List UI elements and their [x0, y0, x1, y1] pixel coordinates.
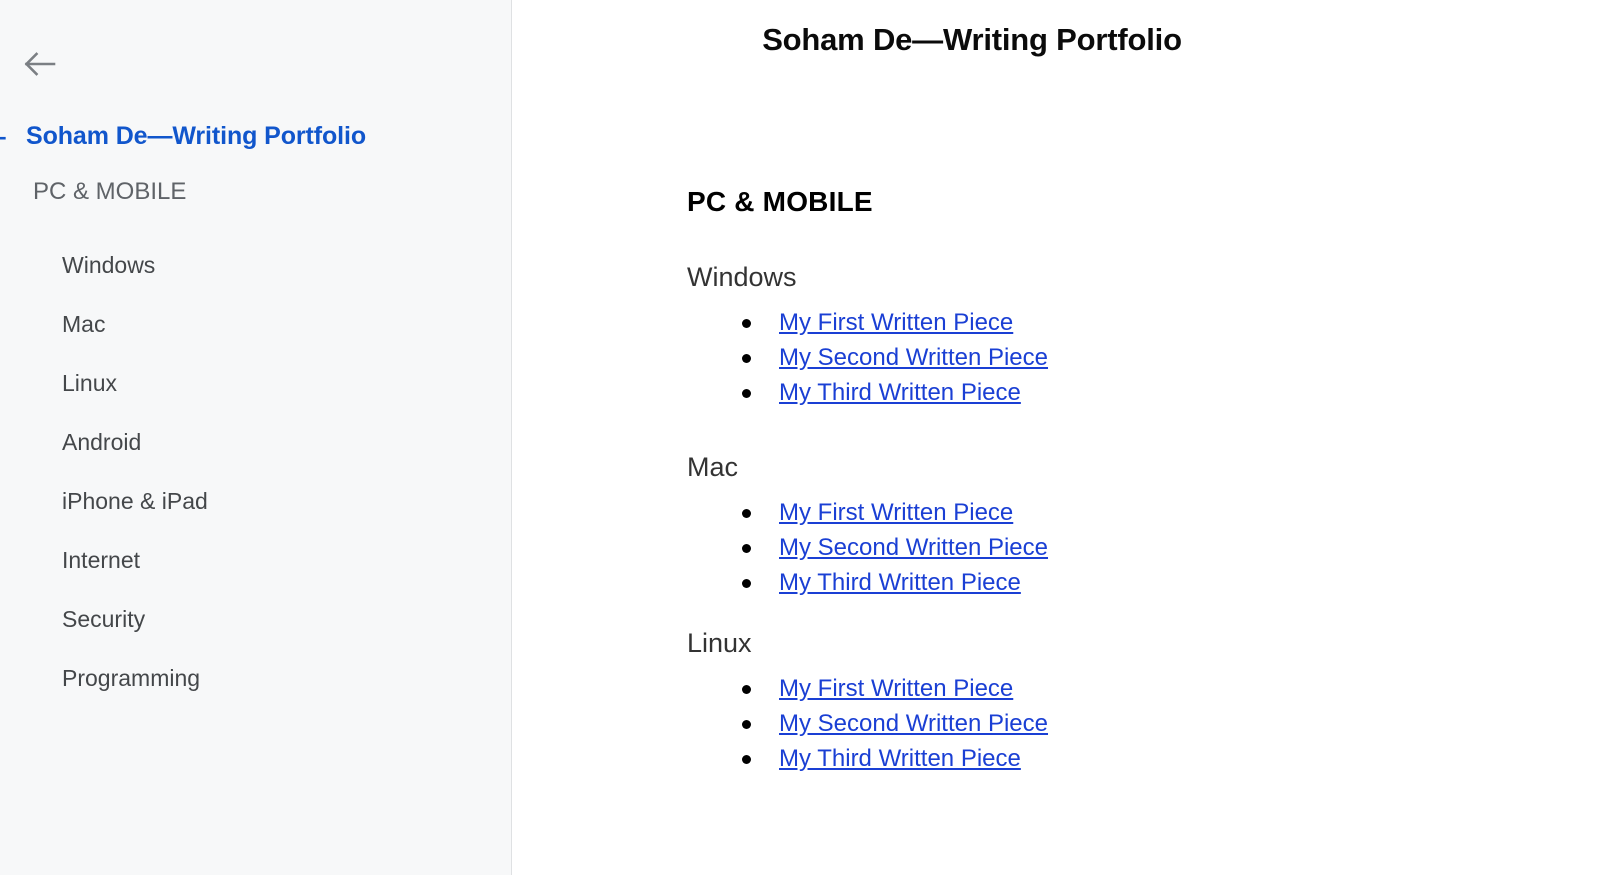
sidebar-item-android[interactable]: Android: [0, 413, 512, 472]
sidebar-document-title[interactable]: Soham De—Writing Portfolio: [26, 122, 366, 151]
section-heading-pc-mobile: PC & MOBILE: [687, 186, 873, 217]
link-my-first-written-piece[interactable]: My First Written Piece: [779, 675, 1013, 702]
list-item: My First Written Piece: [742, 305, 1487, 340]
sidebar-item-programming[interactable]: Programming: [0, 649, 512, 708]
arrow-left-icon: [22, 50, 62, 78]
sidebar-item-label: Programming: [62, 665, 201, 691]
link-my-second-written-piece[interactable]: My Second Written Piece: [779, 710, 1048, 737]
group-heading-linux: Linux: [687, 628, 752, 658]
sidebar-item-label: iPhone & iPad: [62, 488, 208, 514]
document-outline-sidebar: – Soham De—Writing Portfolio PC & MOBILE…: [0, 0, 512, 875]
group-heading-mac: Mac: [687, 452, 739, 482]
list-item: My First Written Piece: [742, 671, 1487, 706]
group-mac: Mac My First Written Piece My Second Wri…: [687, 452, 1487, 600]
link-my-third-written-piece[interactable]: My Third Written Piece: [779, 745, 1021, 772]
link-list-mac: My First Written Piece My Second Written…: [687, 495, 1487, 600]
sidebar-item-label: Linux: [62, 370, 117, 396]
sidebar-item-linux[interactable]: Linux: [0, 354, 512, 413]
group-windows: Windows My First Written Piece My Second…: [687, 262, 1487, 410]
list-item: My Second Written Piece: [742, 706, 1487, 741]
sidebar-title-row[interactable]: – Soham De—Writing Portfolio: [0, 116, 512, 156]
page-title: Soham De—Writing Portfolio: [762, 22, 1182, 57]
link-my-second-written-piece[interactable]: My Second Written Piece: [779, 534, 1048, 561]
link-list-windows: My First Written Piece My Second Written…: [687, 305, 1487, 410]
link-my-first-written-piece[interactable]: My First Written Piece: [779, 309, 1013, 336]
sidebar-item-label: Security: [62, 606, 146, 632]
list-item: My Third Written Piece: [742, 565, 1487, 600]
list-item: My First Written Piece: [742, 495, 1487, 530]
back-button[interactable]: [22, 44, 68, 84]
list-item: My Third Written Piece: [742, 741, 1487, 776]
link-my-first-written-piece[interactable]: My First Written Piece: [779, 499, 1013, 526]
link-my-third-written-piece[interactable]: My Third Written Piece: [779, 569, 1021, 596]
sidebar-item-internet[interactable]: Internet: [0, 531, 512, 590]
document-canvas: Soham De—Writing Portfolio PC & MOBILE W…: [512, 0, 1600, 875]
list-item: My Second Written Piece: [742, 340, 1487, 375]
sidebar-item-label: Android: [62, 429, 142, 455]
app-root: – Soham De—Writing Portfolio PC & MOBILE…: [0, 0, 1600, 875]
sidebar-group-label-pc-mobile[interactable]: PC & MOBILE: [33, 178, 186, 206]
collapse-toggle-icon[interactable]: –: [0, 123, 10, 149]
link-list-linux: My First Written Piece My Second Written…: [687, 671, 1487, 776]
sidebar-item-mac[interactable]: Mac: [0, 295, 512, 354]
list-item: My Second Written Piece: [742, 530, 1487, 565]
sidebar-item-security[interactable]: Security: [0, 590, 512, 649]
sidebar-item-list: Windows Mac Linux Android iPhone & iPad …: [0, 236, 512, 708]
list-item: My Third Written Piece: [742, 375, 1487, 410]
sidebar-item-label: Internet: [62, 547, 140, 573]
link-my-second-written-piece[interactable]: My Second Written Piece: [779, 344, 1048, 371]
group-linux: Linux My First Written Piece My Second W…: [687, 628, 1487, 776]
link-my-third-written-piece[interactable]: My Third Written Piece: [779, 379, 1021, 406]
sidebar-item-iphone-ipad[interactable]: iPhone & iPad: [0, 472, 512, 531]
group-heading-windows: Windows: [687, 262, 797, 292]
document-body: PC & MOBILE Windows My First Written Pie…: [687, 186, 1487, 782]
sidebar-item-label: Windows: [62, 252, 156, 278]
sidebar-item-label: Mac: [62, 311, 106, 337]
sidebar-item-windows[interactable]: Windows: [0, 236, 512, 295]
